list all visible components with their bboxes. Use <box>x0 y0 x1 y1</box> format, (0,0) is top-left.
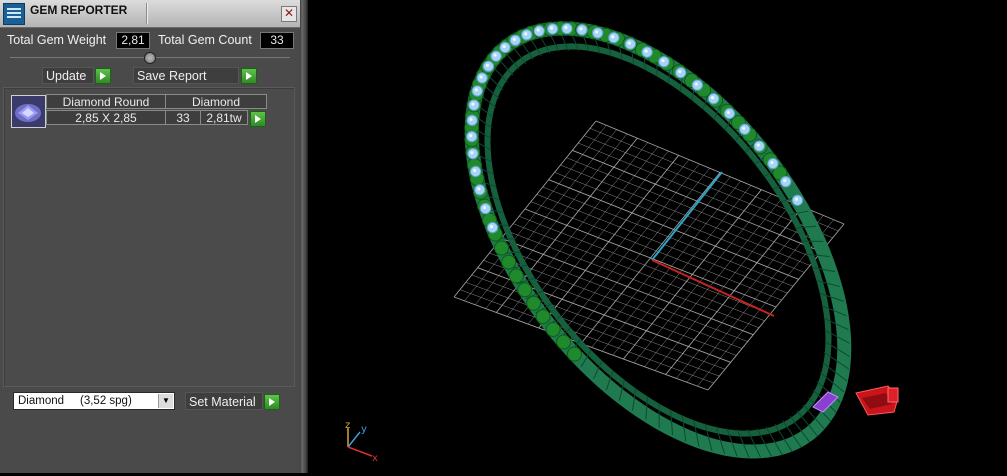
total-gem-count-label: Total Gem Count <box>158 32 252 49</box>
prong-cluster <box>546 322 560 336</box>
gem-row-go-icon[interactable] <box>250 111 266 127</box>
gem-highlight <box>783 179 786 182</box>
gem-highlight <box>537 28 540 31</box>
prong-cluster <box>527 296 541 310</box>
gem-count-cell: 33 <box>165 110 201 125</box>
gem-highlight <box>661 59 664 62</box>
gem-icon <box>11 95 46 128</box>
grid-line <box>466 282 720 376</box>
set-material-button[interactable]: Set Material <box>185 392 263 410</box>
gem-highlight <box>471 102 474 105</box>
material-select[interactable]: Diamond (3,52 spg) ▼ <box>13 392 175 410</box>
grid-line <box>525 209 776 307</box>
gem-name-header: Diamond Round <box>46 94 166 109</box>
save-report-button[interactable]: Save Report <box>133 67 239 84</box>
gem-highlight <box>483 206 486 209</box>
gem-highlight <box>742 127 745 130</box>
gem-highlight <box>486 64 489 67</box>
close-icon[interactable]: ✕ <box>281 6 297 22</box>
gem-reporter-panel: GEM REPORTER ✕ Total Gem Weight 2,81 Tot… <box>0 0 300 473</box>
gem-highlight <box>477 187 480 190</box>
triad-z-label: z <box>345 420 350 431</box>
gem-highlight <box>727 111 730 114</box>
set-material-go-icon[interactable] <box>264 394 280 410</box>
triad-y-label: y <box>361 424 367 435</box>
gem-highlight <box>475 88 478 91</box>
gem-highlight <box>595 30 598 33</box>
viewport-canvas[interactable]: z y x <box>308 0 1007 473</box>
gem-highlight <box>678 70 681 73</box>
gem-highlight <box>695 82 698 85</box>
update-go-icon[interactable] <box>95 68 111 84</box>
titlebar-separator <box>146 3 147 24</box>
total-gem-weight-label: Total Gem Weight <box>7 32 106 49</box>
gem-highlight <box>513 38 516 41</box>
gem-weight-cell: 2,81tw <box>200 110 248 125</box>
material-select-value: Diamond (3,52 spg) <box>18 395 132 407</box>
prong-cluster <box>557 335 571 349</box>
splitter-handle[interactable] <box>144 52 156 64</box>
gem-highlight <box>579 27 582 30</box>
gem-highlight <box>480 75 483 78</box>
gem-highlight <box>795 198 798 201</box>
gem-list: Diamond Round Diamond 2,85 X 2,85 33 2,8… <box>3 87 295 387</box>
panel-splitter[interactable] <box>300 0 308 473</box>
gem-highlight <box>469 118 472 121</box>
gem-material-header: Diamond <box>165 94 267 109</box>
gem-highlight <box>469 134 472 137</box>
grid-line <box>472 275 725 369</box>
save-report-go-icon[interactable] <box>241 68 257 84</box>
total-gem-count-value: 33 <box>260 32 294 49</box>
prong-cluster <box>495 241 509 255</box>
prong-cluster <box>502 255 516 269</box>
axis-triad: z y x <box>345 420 378 464</box>
gem-reporter-app-icon <box>3 3 25 25</box>
gem-highlight <box>645 50 648 53</box>
3d-viewport[interactable]: z y x <box>308 0 1007 473</box>
gem-highlight <box>564 26 567 29</box>
panel-title: GEM REPORTER <box>30 3 127 17</box>
gem-highlight <box>493 54 496 57</box>
cutter-object <box>856 386 898 415</box>
gem-highlight <box>770 161 773 164</box>
update-button[interactable]: Update <box>42 67 94 84</box>
gem-highlight <box>711 96 714 99</box>
prong-cluster <box>509 269 523 283</box>
gem-highlight <box>628 42 631 45</box>
gem-highlight <box>611 35 614 38</box>
gem-highlight <box>490 225 493 228</box>
gem-highlight <box>473 169 476 172</box>
triad-x-label: x <box>372 453 378 464</box>
gem-highlight <box>502 45 505 48</box>
gem-highlight <box>550 26 553 29</box>
prong-cluster <box>536 310 550 324</box>
prong-cluster <box>518 283 532 297</box>
ring-band-inner <box>488 46 829 433</box>
total-gem-weight-value: 2,81 <box>116 32 150 49</box>
prong-cluster <box>567 347 581 361</box>
panel-titlebar[interactable]: GEM REPORTER ✕ <box>0 0 300 28</box>
x-axis-line <box>652 260 774 316</box>
gem-highlight <box>470 151 473 154</box>
gem-highlight <box>757 143 760 146</box>
chevron-down-icon[interactable]: ▼ <box>158 394 173 408</box>
gem-highlight <box>524 32 527 35</box>
gem-size-cell: 2,85 X 2,85 <box>46 110 166 125</box>
